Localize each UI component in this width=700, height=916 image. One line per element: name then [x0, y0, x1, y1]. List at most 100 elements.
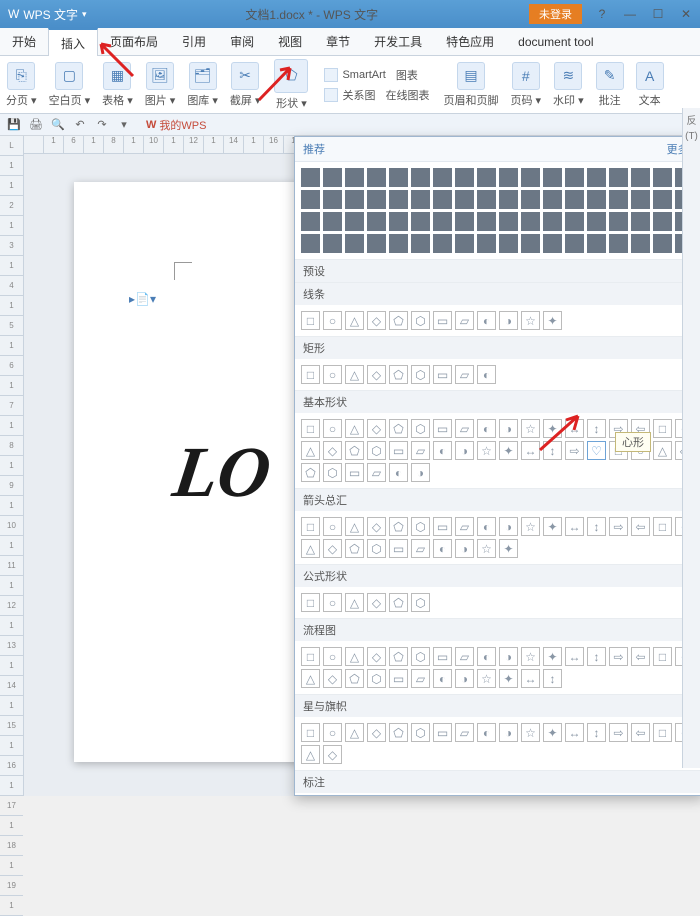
- shape-item[interactable]: ⬡: [367, 669, 386, 688]
- shape-item[interactable]: ⇦: [631, 517, 650, 536]
- shape-item[interactable]: ○: [323, 365, 342, 384]
- shape-item[interactable]: ◑: [499, 723, 518, 742]
- shape-item[interactable]: [367, 168, 386, 187]
- shape-item[interactable]: ⬡: [411, 723, 430, 742]
- shape-item[interactable]: ☆: [521, 311, 540, 330]
- shape-item[interactable]: ◇: [367, 647, 386, 666]
- app-menu-dropdown[interactable]: ▾: [82, 9, 87, 20]
- shape-item[interactable]: [411, 212, 430, 231]
- shape-item[interactable]: △: [301, 441, 320, 460]
- shape-item[interactable]: ◐: [433, 441, 452, 460]
- shape-item[interactable]: [565, 168, 584, 187]
- tab-insert[interactable]: 插入: [48, 28, 98, 56]
- tab-references[interactable]: 引用: [170, 28, 218, 55]
- shape-item[interactable]: ◐: [477, 419, 496, 438]
- shape-item[interactable]: □: [653, 517, 672, 536]
- shape-item[interactable]: [499, 234, 518, 253]
- close-icon[interactable]: ✕: [672, 0, 700, 28]
- maximize-icon[interactable]: ☐: [644, 0, 672, 28]
- shape-item[interactable]: ◇: [323, 669, 342, 688]
- shape-item[interactable]: ⬡: [411, 593, 430, 612]
- shape-item[interactable]: ⬠: [389, 311, 408, 330]
- shape-item[interactable]: ⬠: [345, 669, 364, 688]
- shape-item[interactable]: ◑: [455, 539, 474, 558]
- ribbon-shapes[interactable]: ⬠形状 ▾: [266, 57, 316, 113]
- shape-item[interactable]: ▭: [389, 441, 408, 460]
- shape-item[interactable]: [631, 190, 650, 209]
- tab-devtools[interactable]: 开发工具: [362, 28, 434, 55]
- shape-item[interactable]: ⇦: [631, 647, 650, 666]
- shape-item[interactable]: [477, 212, 496, 231]
- shape-item[interactable]: ✦: [499, 441, 518, 460]
- shape-item[interactable]: ↔: [521, 441, 540, 460]
- shape-item[interactable]: □: [301, 517, 320, 536]
- ribbon-screenshot[interactable]: ✂截屏 ▾: [224, 62, 267, 108]
- shape-item[interactable]: [433, 190, 452, 209]
- shape-item[interactable]: ◐: [433, 669, 452, 688]
- shape-item[interactable]: [455, 212, 474, 231]
- app-logo[interactable]: W WPS 文字 ▾: [0, 6, 95, 23]
- shape-item[interactable]: △: [345, 311, 364, 330]
- shape-item[interactable]: ☆: [521, 647, 540, 666]
- shape-item[interactable]: ☆: [521, 517, 540, 536]
- shape-item[interactable]: ↕: [543, 669, 562, 688]
- shape-item[interactable]: [587, 190, 606, 209]
- shape-item[interactable]: [455, 234, 474, 253]
- ribbon-page-number[interactable]: #页码 ▾: [504, 62, 547, 108]
- shape-item[interactable]: ▭: [433, 311, 452, 330]
- ribbon-comment[interactable]: ✎批注: [590, 62, 630, 108]
- shape-item[interactable]: [653, 190, 672, 209]
- shape-item[interactable]: [521, 234, 540, 253]
- tab-page-layout[interactable]: 页面布局: [98, 28, 170, 55]
- shape-item[interactable]: [587, 168, 606, 187]
- ribbon-paging[interactable]: ⎘分页 ▾: [0, 62, 43, 108]
- shape-item[interactable]: [411, 190, 430, 209]
- shape-item[interactable]: ◇: [323, 441, 342, 460]
- shape-item[interactable]: ↔: [521, 669, 540, 688]
- shape-item[interactable]: [345, 190, 364, 209]
- shape-item[interactable]: [587, 212, 606, 231]
- shape-item[interactable]: ☆: [477, 539, 496, 558]
- shape-item[interactable]: ✦: [543, 517, 562, 536]
- qat-more-icon[interactable]: ▾: [116, 117, 132, 133]
- tab-chapter[interactable]: 章节: [314, 28, 362, 55]
- shape-item[interactable]: △: [301, 669, 320, 688]
- shape-item[interactable]: [301, 190, 320, 209]
- shape-item[interactable]: ▱: [455, 647, 474, 666]
- ribbon-header-footer[interactable]: ▤页眉和页脚: [437, 62, 504, 108]
- shape-item[interactable]: [433, 212, 452, 231]
- shape-item[interactable]: ✦: [543, 647, 562, 666]
- shape-item[interactable]: ⬡: [367, 441, 386, 460]
- shape-item[interactable]: ⬠: [389, 419, 408, 438]
- shape-item[interactable]: ◑: [455, 669, 474, 688]
- shape-item[interactable]: ▭: [389, 539, 408, 558]
- shape-item[interactable]: [323, 168, 342, 187]
- ribbon-textbox[interactable]: A文本: [630, 62, 670, 108]
- shape-item[interactable]: ☆: [521, 723, 540, 742]
- shape-item[interactable]: [323, 190, 342, 209]
- shape-item[interactable]: △: [345, 419, 364, 438]
- shape-item[interactable]: [367, 234, 386, 253]
- shape-item[interactable]: ◇: [323, 745, 342, 764]
- shape-item[interactable]: △: [653, 441, 672, 460]
- shape-item[interactable]: [455, 190, 474, 209]
- shape-item[interactable]: ○: [323, 419, 342, 438]
- shape-item[interactable]: ⇨: [609, 517, 628, 536]
- ribbon-blank-page[interactable]: ▢空白页 ▾: [43, 62, 97, 108]
- qat-undo-icon[interactable]: ↶: [72, 117, 88, 133]
- shape-item[interactable]: [653, 212, 672, 231]
- shape-item[interactable]: [565, 234, 584, 253]
- shape-item[interactable]: □: [301, 647, 320, 666]
- shape-item[interactable]: ◇: [367, 311, 386, 330]
- shape-item[interactable]: △: [345, 647, 364, 666]
- shape-item[interactable]: ▭: [433, 647, 452, 666]
- ribbon-relation[interactable]: 关系图在线图表: [320, 86, 433, 104]
- shape-item[interactable]: ⬠: [345, 441, 364, 460]
- shape-item[interactable]: [411, 234, 430, 253]
- shape-item[interactable]: ◐: [477, 723, 496, 742]
- shape-item[interactable]: □: [301, 311, 320, 330]
- shape-item[interactable]: [345, 234, 364, 253]
- shape-item[interactable]: ⬠: [389, 517, 408, 536]
- qat-save-icon[interactable]: 💾: [6, 117, 22, 133]
- shape-item[interactable]: ⬠: [345, 539, 364, 558]
